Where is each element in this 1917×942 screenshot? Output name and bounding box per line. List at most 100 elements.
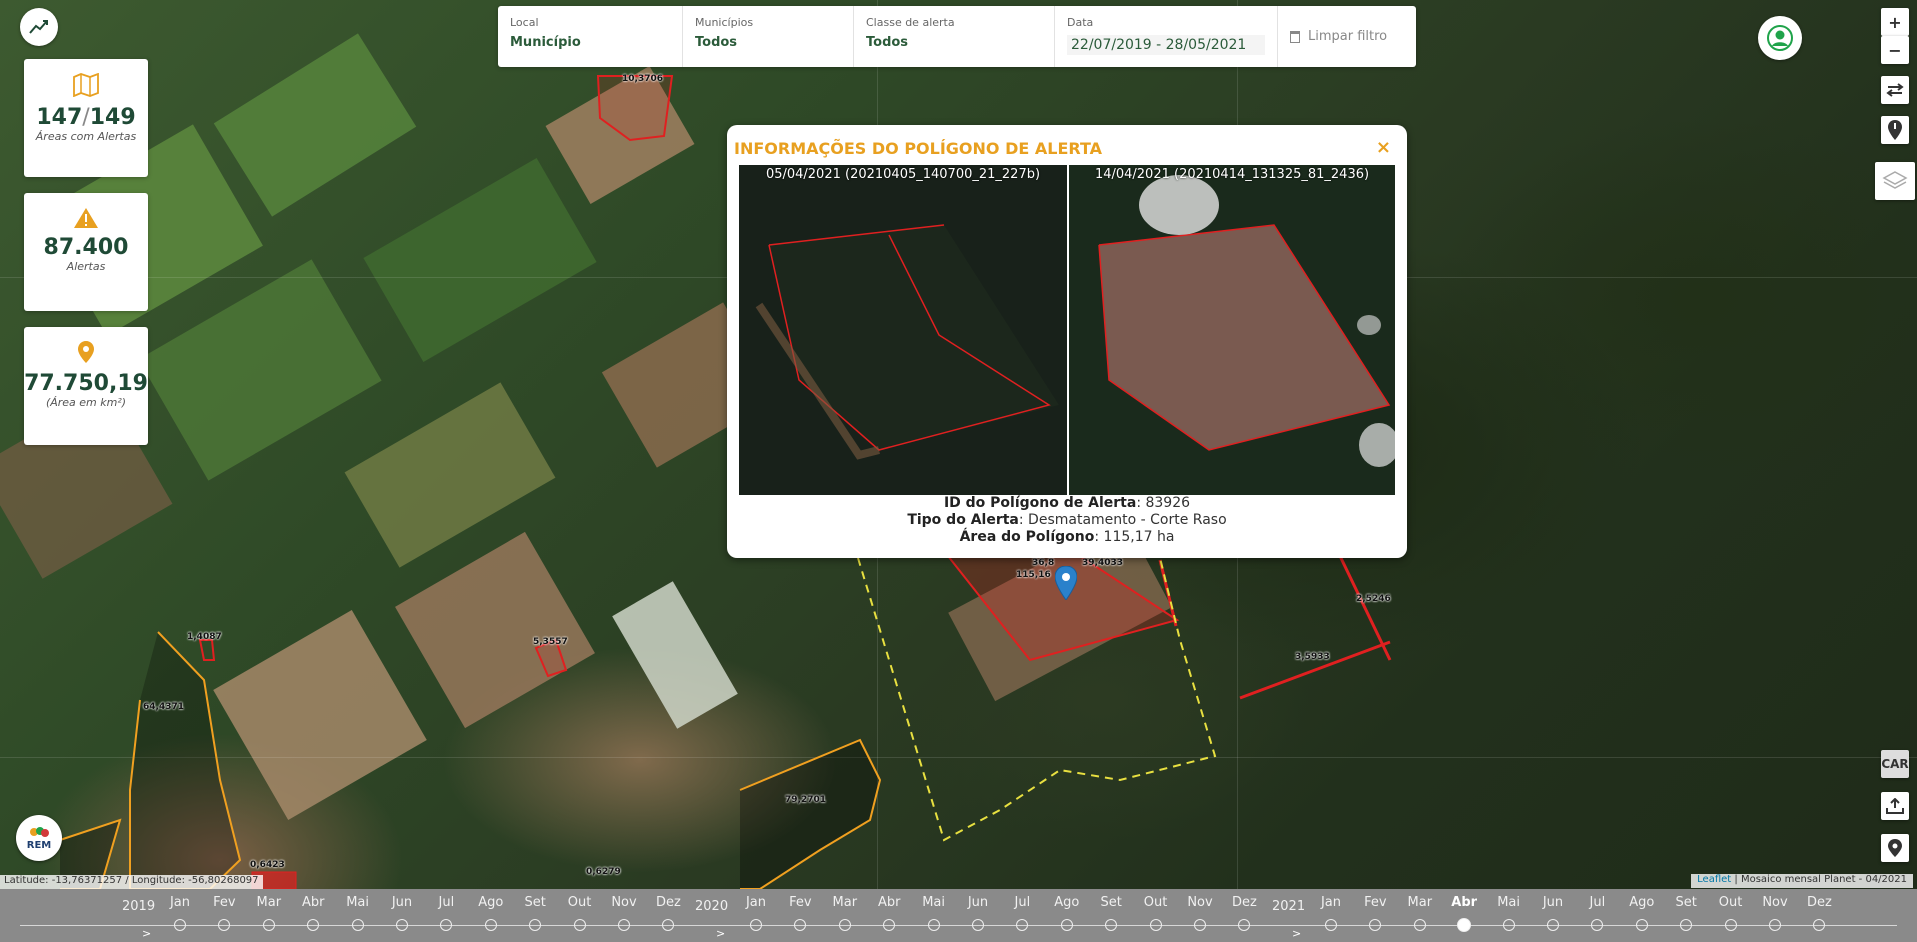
location-button[interactable] bbox=[1881, 834, 1909, 862]
timeline-month-dot[interactable] bbox=[1413, 919, 1426, 931]
timeline-month-dot[interactable] bbox=[440, 919, 453, 931]
timeline-month-label[interactable]: Out bbox=[568, 895, 592, 910]
timeline-month-dot[interactable] bbox=[1105, 919, 1118, 931]
location-marker-icon[interactable] bbox=[1055, 566, 1077, 600]
timeline-month-dot[interactable] bbox=[529, 919, 542, 931]
leaflet-link[interactable]: Leaflet bbox=[1697, 874, 1731, 885]
timeline-month-label[interactable]: Set bbox=[525, 895, 546, 910]
timeline-month-label[interactable]: Jan bbox=[746, 895, 766, 910]
timeline-month-label[interactable]: Abr bbox=[302, 895, 325, 910]
layers-button[interactable] bbox=[1875, 162, 1915, 200]
timeline-arrow[interactable]: > bbox=[716, 927, 725, 940]
car-polygon[interactable] bbox=[129, 631, 242, 889]
timeline-month-label[interactable]: Ago bbox=[1629, 895, 1654, 910]
timeline-month-label[interactable]: Set bbox=[1676, 895, 1697, 910]
timeline-month-dot[interactable] bbox=[218, 919, 231, 931]
timeline-month-dot[interactable] bbox=[1325, 919, 1337, 931]
rem-logo[interactable]: REM bbox=[16, 815, 62, 861]
timeline-month-label[interactable]: Dez bbox=[656, 895, 681, 910]
timeline-month-dot[interactable] bbox=[573, 919, 586, 931]
timeline[interactable]: 2019 > Jan Fev Mar Abr Mai Jun Jul Ago Set Out Nov De… bbox=[0, 889, 1917, 942]
upload-button[interactable] bbox=[1881, 792, 1909, 820]
timeline-month-label[interactable]: Jul bbox=[1590, 895, 1606, 910]
timeline-month-dot[interactable] bbox=[927, 919, 940, 931]
zoom-in-button[interactable]: + bbox=[1881, 8, 1909, 36]
timeline-month-dot[interactable] bbox=[1149, 919, 1162, 931]
swap-button[interactable] bbox=[1881, 76, 1909, 104]
timeline-month-label[interactable]: Jun bbox=[392, 895, 412, 910]
timeline-month-label[interactable]: Mar bbox=[1408, 895, 1433, 910]
timeline-month-dot[interactable] bbox=[1502, 919, 1515, 931]
clear-filter-button[interactable]: Limpar filtro bbox=[1278, 6, 1399, 67]
timeline-month-dot[interactable] bbox=[484, 919, 497, 931]
timeline-month-dot[interactable] bbox=[1369, 919, 1382, 931]
chart-button[interactable] bbox=[20, 8, 58, 46]
zoom-out-button[interactable]: − bbox=[1881, 36, 1909, 64]
timeline-month-dot[interactable] bbox=[972, 919, 984, 931]
timeline-arrow[interactable]: > bbox=[142, 927, 151, 940]
car-button[interactable]: CAR bbox=[1881, 750, 1909, 778]
filter-municipios[interactable]: Municípios Todos bbox=[683, 6, 854, 67]
timeline-month-label[interactable]: Jul bbox=[1015, 895, 1031, 910]
timeline-month-dot[interactable] bbox=[1016, 919, 1029, 931]
timeline-month-label[interactable]: Abr bbox=[878, 895, 901, 910]
timeline-month-dot[interactable] bbox=[396, 919, 408, 931]
timeline-arrow[interactable]: > bbox=[1292, 927, 1301, 940]
timeline-month-dot[interactable] bbox=[794, 919, 807, 931]
alert-polygon[interactable] bbox=[198, 639, 216, 661]
timeline-month-label[interactable]: Fev bbox=[1364, 895, 1386, 910]
timeline-month-dot[interactable] bbox=[1680, 919, 1693, 931]
timeline-month-label[interactable]: Ago bbox=[1054, 895, 1079, 910]
timeline-month-dot[interactable] bbox=[1769, 919, 1781, 931]
timeline-month-dot[interactable] bbox=[307, 919, 320, 931]
timeline-month-dot[interactable] bbox=[262, 919, 275, 931]
car-polygon[interactable] bbox=[739, 738, 882, 889]
timeline-month-label[interactable]: Ago bbox=[478, 895, 503, 910]
timeline-month-dot[interactable] bbox=[1591, 919, 1604, 931]
timeline-month-dot[interactable] bbox=[838, 919, 851, 931]
timeline-month-dot[interactable] bbox=[662, 919, 675, 931]
timeline-month-dot[interactable] bbox=[1194, 919, 1206, 931]
timeline-month-dot[interactable] bbox=[1457, 918, 1472, 932]
timeline-month-label[interactable]: Mai bbox=[346, 895, 369, 910]
timeline-month-label[interactable]: Out bbox=[1719, 895, 1743, 910]
alert-polygon[interactable] bbox=[596, 75, 674, 142]
timeline-month-label[interactable]: Fev bbox=[789, 895, 811, 910]
timeline-month-label[interactable]: Fev bbox=[213, 895, 235, 910]
timeline-month-label[interactable]: Mai bbox=[1497, 895, 1520, 910]
timeline-month-dot[interactable] bbox=[883, 919, 896, 931]
timeline-month-label[interactable]: Dez bbox=[1807, 895, 1832, 910]
timeline-month-dot[interactable] bbox=[1724, 919, 1737, 931]
map-marker-button[interactable] bbox=[1881, 116, 1909, 144]
alert-polygon[interactable] bbox=[1239, 640, 1391, 700]
timeline-month-label[interactable]: Out bbox=[1144, 895, 1168, 910]
timeline-month-dot[interactable] bbox=[1813, 919, 1826, 931]
timeline-month-label[interactable]: Mar bbox=[257, 895, 282, 910]
timeline-month-label[interactable]: Abr bbox=[1451, 895, 1477, 910]
filter-date-value[interactable]: 22/07/2019 - 28/05/2021 bbox=[1067, 35, 1265, 55]
timeline-month-label[interactable]: Set bbox=[1101, 895, 1122, 910]
timeline-month-dot[interactable] bbox=[174, 919, 186, 931]
timeline-month-label[interactable]: Nov bbox=[1762, 895, 1787, 910]
timeline-month-label[interactable]: Jan bbox=[170, 895, 190, 910]
timeline-month-label[interactable]: Jan bbox=[1321, 895, 1341, 910]
filter-local[interactable]: Local Município bbox=[498, 6, 683, 67]
user-profile-button[interactable] bbox=[1758, 16, 1802, 60]
timeline-month-label[interactable]: Jul bbox=[439, 895, 455, 910]
timeline-month-dot[interactable] bbox=[1635, 919, 1648, 931]
timeline-month-label[interactable]: Nov bbox=[1187, 895, 1212, 910]
timeline-month-dot[interactable] bbox=[1547, 919, 1559, 931]
timeline-month-label[interactable]: Dez bbox=[1232, 895, 1257, 910]
timeline-month-label[interactable]: Nov bbox=[611, 895, 636, 910]
timeline-month-dot[interactable] bbox=[618, 919, 630, 931]
popup-close-button[interactable]: × bbox=[1376, 137, 1391, 158]
timeline-month-dot[interactable] bbox=[1238, 919, 1251, 931]
filter-date[interactable]: Data 22/07/2019 - 28/05/2021 bbox=[1055, 6, 1278, 67]
timeline-month-dot[interactable] bbox=[1060, 919, 1073, 931]
filter-classe[interactable]: Classe de alerta Todos bbox=[854, 6, 1055, 67]
timeline-month-label[interactable]: Jun bbox=[968, 895, 988, 910]
timeline-month-label[interactable]: Jun bbox=[1543, 895, 1563, 910]
timeline-month-label[interactable]: Mai bbox=[922, 895, 945, 910]
timeline-month-label[interactable]: Mar bbox=[833, 895, 858, 910]
timeline-month-dot[interactable] bbox=[351, 919, 364, 931]
